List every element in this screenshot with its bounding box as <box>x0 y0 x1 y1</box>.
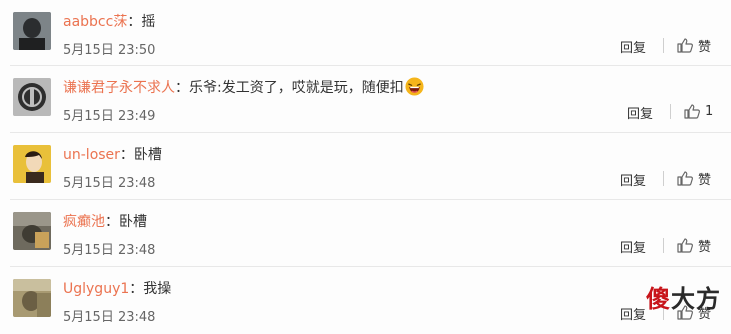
like-button[interactable]: 赞 <box>676 168 711 188</box>
timestamp: 5月15日 23:49 <box>63 109 156 124</box>
like-label: 赞 <box>698 239 712 255</box>
reply-button[interactable]: 回复 <box>620 237 646 256</box>
action-separator <box>663 171 664 186</box>
colon: ： <box>129 281 144 297</box>
comment-text: 卧槽 <box>133 147 162 163</box>
timestamp: 5月15日 23:50 <box>63 43 156 58</box>
laughing-emoji-icon <box>405 77 424 96</box>
like-button[interactable]: 赞 <box>676 35 711 55</box>
username-link[interactable]: Uglyguy1 <box>63 281 129 297</box>
action-separator <box>663 238 664 253</box>
like-label: 赞 <box>698 39 712 55</box>
thumb-up-icon <box>677 38 693 53</box>
action-separator <box>663 38 664 53</box>
comment-line: Uglyguy1：我操 <box>63 278 171 298</box>
avatar[interactable] <box>13 212 51 250</box>
colon: ： <box>105 214 119 230</box>
like-label: 赞 <box>698 172 712 188</box>
username-link[interactable]: un-loser <box>63 147 120 163</box>
watermark-rest: 大方 <box>671 285 721 313</box>
username-link[interactable]: 谦谦君子永不求人 <box>63 80 175 96</box>
like-count: 1 <box>705 103 714 119</box>
avatar[interactable] <box>13 12 51 50</box>
avatar-image <box>13 212 51 250</box>
like-button[interactable]: 赞 <box>676 235 711 255</box>
comment-item: aabbcc莯：摇 5月15日 23:50 回复 赞 <box>0 0 731 66</box>
thumb-up-icon <box>677 238 693 253</box>
watermark-first-char: 傻 <box>646 285 671 313</box>
comment-line: 谦谦君子永不求人：乐爷:发工资了，哎就是玩，随便扣 <box>63 77 424 97</box>
reply-button[interactable]: 回复 <box>620 304 646 323</box>
avatar-image <box>13 78 51 116</box>
reply-button[interactable]: 回复 <box>620 37 646 56</box>
comment-item: Uglyguy1：我操 5月15日 23:48 回复 赞 <box>0 267 731 333</box>
comment-item: 谦谦君子永不求人：乐爷:发工资了，哎就是玩，随便扣 5月15日 23:49 回复… <box>0 66 731 133</box>
comment-item: un-loser：卧槽 5月15日 23:48 回复 赞 <box>0 133 731 200</box>
timestamp: 5月15日 23:48 <box>63 176 156 191</box>
timestamp: 5月15日 23:48 <box>63 243 156 258</box>
reply-button[interactable]: 回复 <box>627 103 653 122</box>
comment-line: aabbcc莯：摇 <box>63 11 155 31</box>
avatar-image <box>13 145 51 183</box>
reply-button[interactable]: 回复 <box>620 170 646 189</box>
avatar-image <box>13 12 51 50</box>
avatar-image <box>13 279 51 317</box>
comment-text: 卧槽 <box>119 214 147 230</box>
thumb-up-icon <box>684 104 700 119</box>
colon: ： <box>119 147 134 163</box>
comment-item: 疯癫池：卧槽 5月15日 23:48 回复 赞 <box>0 200 731 267</box>
avatar[interactable] <box>13 145 51 183</box>
comment-text: 我操 <box>143 281 172 297</box>
comment-line: 疯癫池：卧槽 <box>63 211 147 231</box>
watermark: 傻大方 <box>646 279 721 314</box>
colon: ： <box>175 80 189 96</box>
avatar[interactable] <box>13 78 51 116</box>
avatar[interactable] <box>13 279 51 317</box>
like-button[interactable]: 1 <box>683 101 713 121</box>
action-separator <box>670 104 671 119</box>
colon: ： <box>127 14 142 30</box>
username-link[interactable]: aabbcc莯 <box>63 14 127 30</box>
comment-line: un-loser：卧槽 <box>63 144 162 164</box>
comment-text: 摇 <box>141 14 156 30</box>
comment-text: 乐爷:发工资了，哎就是玩，随便扣 <box>189 80 404 96</box>
timestamp: 5月15日 23:48 <box>63 310 156 325</box>
username-link[interactable]: 疯癫池 <box>63 214 105 230</box>
thumb-up-icon <box>677 171 693 186</box>
